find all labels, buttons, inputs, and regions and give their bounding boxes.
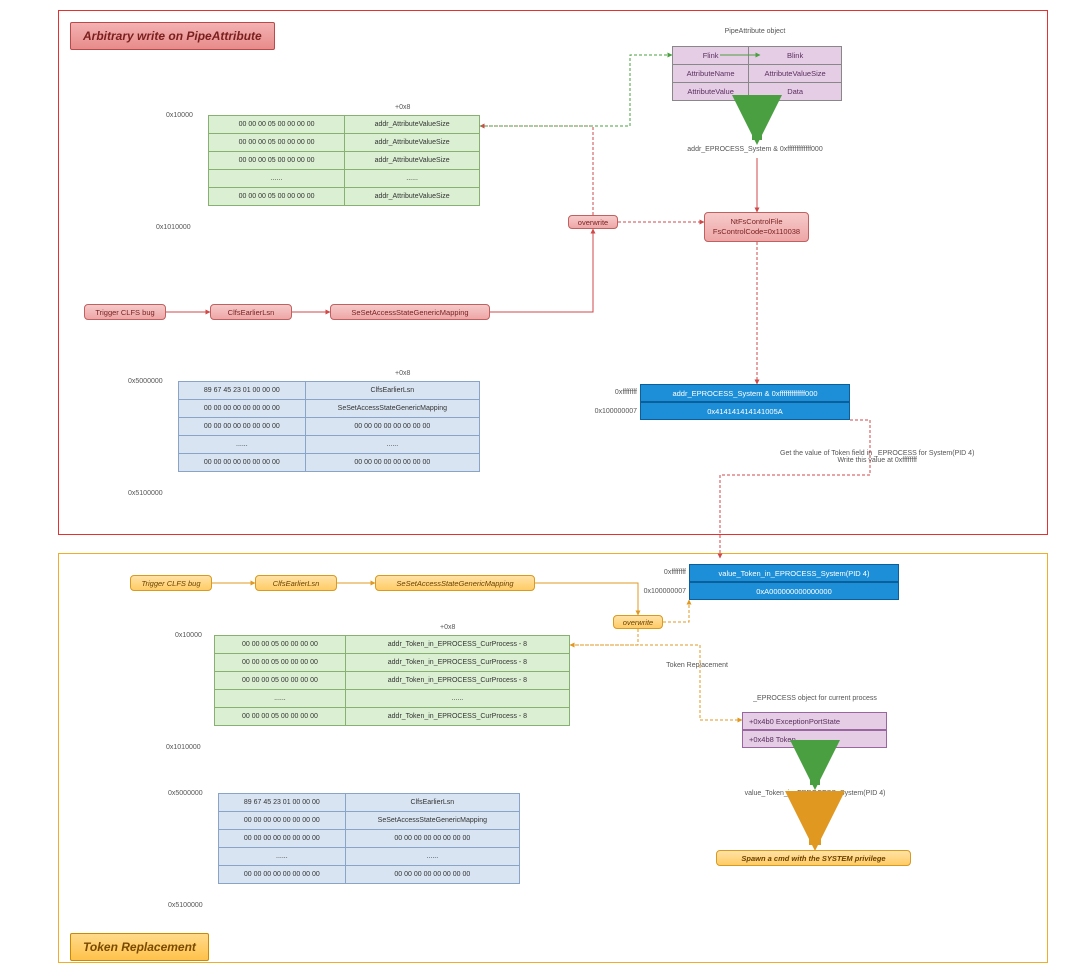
greentbl2: 00 00 00 05 00 00 00 00addr_Token_in_EPR…: [214, 635, 570, 726]
greentbl2-top: 0x10000: [175, 632, 202, 639]
panel-token-replacement: [58, 553, 1048, 963]
cell-data: Data: [749, 83, 842, 101]
chain2-seset: SeSetAccessStateGenericMapping: [375, 575, 535, 591]
title-panel1: Arbitrary write on PipeAttribute: [70, 22, 275, 50]
bw1-v1: addr_EPROCESS_System & 0xfffffffffffff00…: [640, 384, 850, 402]
greentbl1-hdr: +0x8: [395, 104, 410, 111]
bluetbl1-bot: 0x5100000: [128, 490, 163, 497]
chain2-clfs: ClfsEarlierLsn: [255, 575, 337, 591]
bw1-a1: 0xffffffff: [587, 389, 637, 396]
bluetbl2-bot: 0x5100000: [168, 902, 203, 909]
bw2-a2: 0x100000007: [631, 588, 686, 595]
bw2-a1: 0xffffffff: [636, 569, 686, 576]
chain2-trigger: Trigger CLFS bug: [130, 575, 212, 591]
greentbl2-hdr: +0x8: [440, 624, 455, 631]
bw2-v1: value_Token_in_EPROCESS_System(PID 4): [689, 564, 899, 582]
overwrite-box1: overwrite: [568, 215, 618, 229]
note-token: Get the value of Token field in _EPROCES…: [780, 450, 974, 464]
eproc-row1: +0x4b8 Token: [742, 730, 887, 748]
title-panel2: Token Replacement: [70, 933, 209, 961]
bw1-a2: 0x100000007: [582, 408, 637, 415]
chain1-trigger: Trigger CLFS bug: [84, 304, 166, 320]
diagram-canvas: Arbitrary write on PipeAttribute Token R…: [0, 0, 1080, 969]
cell-attrvalue: AttributeValue: [673, 83, 749, 101]
greentbl1-top: 0x10000: [166, 112, 193, 119]
bluetbl2: 89 67 45 23 01 00 00 00ClfsEarlierLsn 00…: [218, 793, 520, 884]
ntfs-box: NtFsControlFile FsControlCode=0x110038: [704, 212, 809, 242]
cell-flink: Flink: [673, 47, 749, 65]
bluetbl2-top: 0x5000000: [168, 790, 203, 797]
bw1-v2: 0x414141414141005A: [640, 402, 850, 420]
cell-attrname: AttributeName: [673, 65, 749, 83]
greentbl1: 00 00 00 05 00 00 00 00addr_AttributeVal…: [208, 115, 480, 206]
spawn-box: Spawn a cmd with the SYSTEM privilege: [716, 850, 911, 866]
chain1-clfs: ClfsEarlierLsn: [210, 304, 292, 320]
token-repl-label: Token Replacement: [642, 662, 752, 669]
cell-attrvaluesize: AttributeValueSize: [749, 65, 842, 83]
ntfs-l2: FsControlCode=0x110038: [713, 227, 800, 237]
greentbl2-bot: 0x1010000: [166, 744, 201, 751]
greentbl1-bot: 0x1010000: [156, 224, 191, 231]
bluetbl1-hdr: +0x8: [395, 370, 410, 377]
bw2-v2: 0xA000000000000000: [689, 582, 899, 600]
chain1-seset: SeSetAccessStateGenericMapping: [330, 304, 490, 320]
bluetbl1-top: 0x5000000: [128, 378, 163, 385]
bluetbl1: 89 67 45 23 01 00 00 00ClfsEarlierLsn 00…: [178, 381, 480, 472]
eproc-row0: +0x4b0 ExceptionPortState: [742, 712, 887, 730]
eproc-title: _EPROCESS object for current process: [710, 695, 920, 702]
ntfs-l1: NtFsControlFile: [730, 217, 782, 227]
pipeattr-title: PipeAttribute object: [670, 28, 840, 35]
pipeattr-table: FlinkBlink AttributeNameAttributeValueSi…: [672, 46, 842, 101]
overwrite-box2: overwrite: [613, 615, 663, 629]
value-token: value_Token_in_EPROCESS_System(PID 4): [710, 790, 920, 797]
cell-blink: Blink: [749, 47, 842, 65]
addr-mask: addr_EPROCESS_System & 0xfffffffffffff00…: [650, 146, 860, 153]
